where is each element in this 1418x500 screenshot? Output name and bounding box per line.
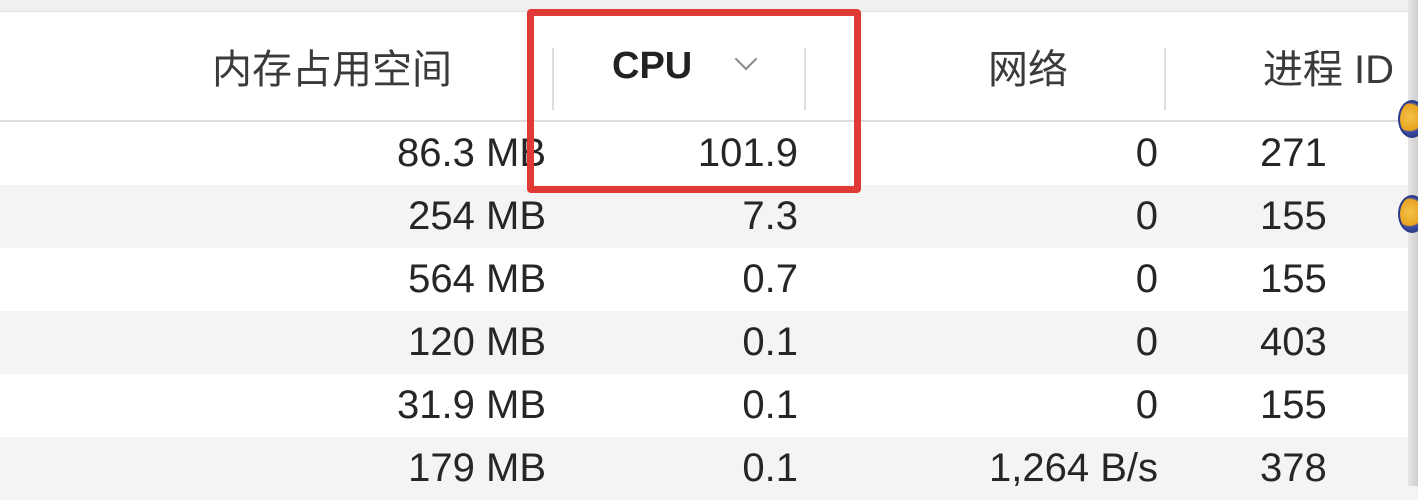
- cell-cpu: 0.1: [742, 446, 798, 490]
- cell-memory: 254 MB: [408, 194, 546, 238]
- window-right-edge: [1398, 0, 1418, 486]
- cell-network: 0: [1135, 257, 1158, 301]
- cell-network: 0: [1135, 320, 1158, 364]
- column-header-pid-label: 进程 ID: [1262, 48, 1394, 92]
- cell-network: 1,264 B/s: [988, 446, 1158, 490]
- cell-network: 0: [1135, 131, 1158, 175]
- cell-pid: 403: [1260, 320, 1327, 364]
- table-row[interactable]: 120 MB 0.1 0 403: [0, 311, 1418, 374]
- cell-memory: 86.3 MB: [397, 131, 546, 175]
- column-header-memory[interactable]: 内存占用空间: [0, 12, 452, 120]
- cell-network: 0: [1135, 194, 1158, 238]
- table-row[interactable]: 254 MB 7.3 0 155: [0, 185, 1418, 248]
- cell-pid: 155: [1260, 257, 1327, 301]
- column-divider[interactable]: [1164, 48, 1166, 110]
- table-row[interactable]: 31.9 MB 0.1 0 155: [0, 374, 1418, 437]
- column-header-network-label: 网络: [988, 48, 1068, 92]
- cell-pid: 378: [1260, 446, 1327, 490]
- table-row[interactable]: 179 MB 0.1 1,264 B/s 378: [0, 437, 1418, 500]
- cell-memory: 179 MB: [408, 446, 546, 490]
- column-header-pid[interactable]: 进程 ID: [1170, 12, 1394, 120]
- cell-cpu: 0.7: [742, 257, 798, 301]
- cell-memory: 564 MB: [408, 257, 546, 301]
- cell-pid: 155: [1260, 194, 1327, 238]
- cell-cpu: 7.3: [742, 194, 798, 238]
- cell-cpu: 0.1: [742, 320, 798, 364]
- cell-memory: 120 MB: [408, 320, 546, 364]
- cell-network: 0: [1135, 383, 1158, 427]
- cell-cpu: 0.1: [742, 383, 798, 427]
- table-row[interactable]: 564 MB 0.7 0 155: [0, 248, 1418, 311]
- column-header-memory-label: 内存占用空间: [212, 48, 452, 92]
- cell-memory: 31.9 MB: [397, 383, 546, 427]
- app-badge-icon: [1398, 195, 1418, 233]
- cpu-highlight-annotation: [527, 9, 861, 193]
- cell-pid: 271: [1260, 131, 1327, 175]
- app-badge-icon: [1398, 100, 1418, 138]
- cell-pid: 155: [1260, 383, 1327, 427]
